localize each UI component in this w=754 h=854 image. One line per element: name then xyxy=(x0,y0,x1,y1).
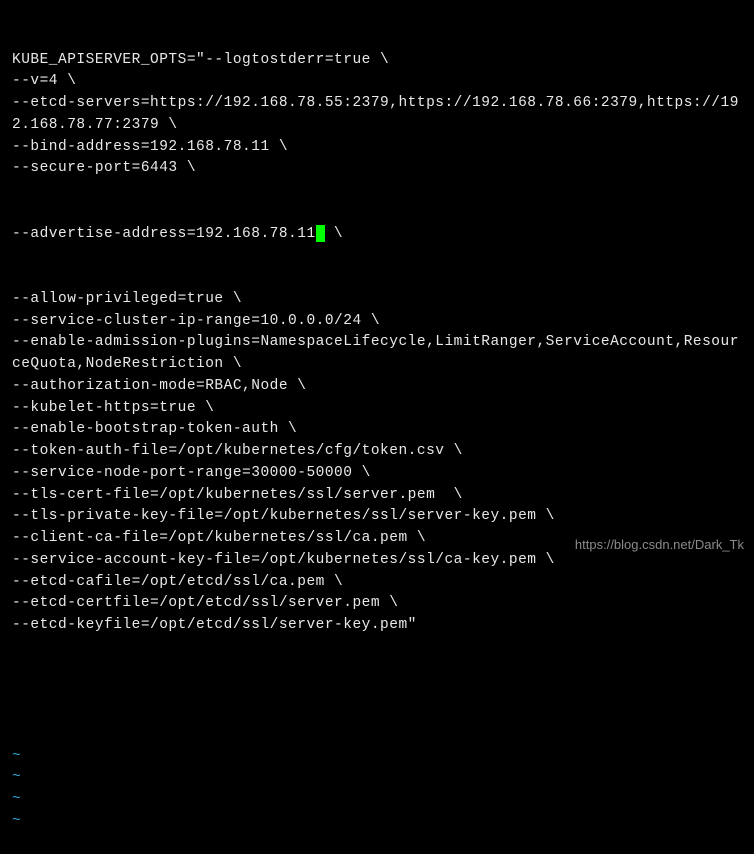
terminal-line: --etcd-keyfile=/opt/etcd/ssl/server-key.… xyxy=(12,615,742,637)
vim-tilde: ~ xyxy=(12,767,742,789)
terminal-line: --enable-bootstrap-token-auth \ xyxy=(12,419,742,441)
terminal-line: --enable-admission-plugins=NamespaceLife… xyxy=(12,332,742,376)
text-cursor xyxy=(316,225,325,242)
terminal-line: --kubelet-https=true \ xyxy=(12,398,742,420)
blank-line xyxy=(12,680,742,702)
terminal-line: --etcd-servers=https://192.168.78.55:237… xyxy=(12,93,742,137)
vim-tilde: ~ xyxy=(12,811,742,833)
cursor-line-after: \ xyxy=(325,226,343,242)
terminal-line: --tls-private-key-file=/opt/kubernetes/s… xyxy=(12,506,742,528)
terminal-line: --authorization-mode=RBAC,Node \ xyxy=(12,376,742,398)
vim-tilde: ~ xyxy=(12,789,742,811)
terminal-viewport[interactable]: KUBE_APISERVER_OPTS="--logtostderr=true … xyxy=(12,6,742,854)
vim-tilde: ~ xyxy=(12,746,742,768)
terminal-line: --etcd-cafile=/opt/etcd/ssl/ca.pem \ xyxy=(12,572,742,594)
terminal-line: --bind-address=192.168.78.11 \ xyxy=(12,137,742,159)
cursor-line-before: --advertise-address=192.168.78.11 xyxy=(12,226,316,242)
terminal-line: --token-auth-file=/opt/kubernetes/cfg/to… xyxy=(12,441,742,463)
terminal-line: --service-cluster-ip-range=10.0.0.0/24 \ xyxy=(12,311,742,333)
terminal-line-cursor: --advertise-address=192.168.78.11 \ xyxy=(12,224,742,246)
terminal-line: --tls-cert-file=/opt/kubernetes/ssl/serv… xyxy=(12,485,742,507)
terminal-line: KUBE_APISERVER_OPTS="--logtostderr=true … xyxy=(12,50,742,72)
terminal-line: --service-node-port-range=30000-50000 \ xyxy=(12,463,742,485)
watermark-text: https://blog.csdn.net/Dark_Tk xyxy=(575,535,744,555)
terminal-line: --secure-port=6443 \ xyxy=(12,158,742,180)
terminal-line: --etcd-certfile=/opt/etcd/ssl/server.pem… xyxy=(12,593,742,615)
terminal-line: --allow-privileged=true \ xyxy=(12,289,742,311)
terminal-line: --v=4 \ xyxy=(12,71,742,93)
